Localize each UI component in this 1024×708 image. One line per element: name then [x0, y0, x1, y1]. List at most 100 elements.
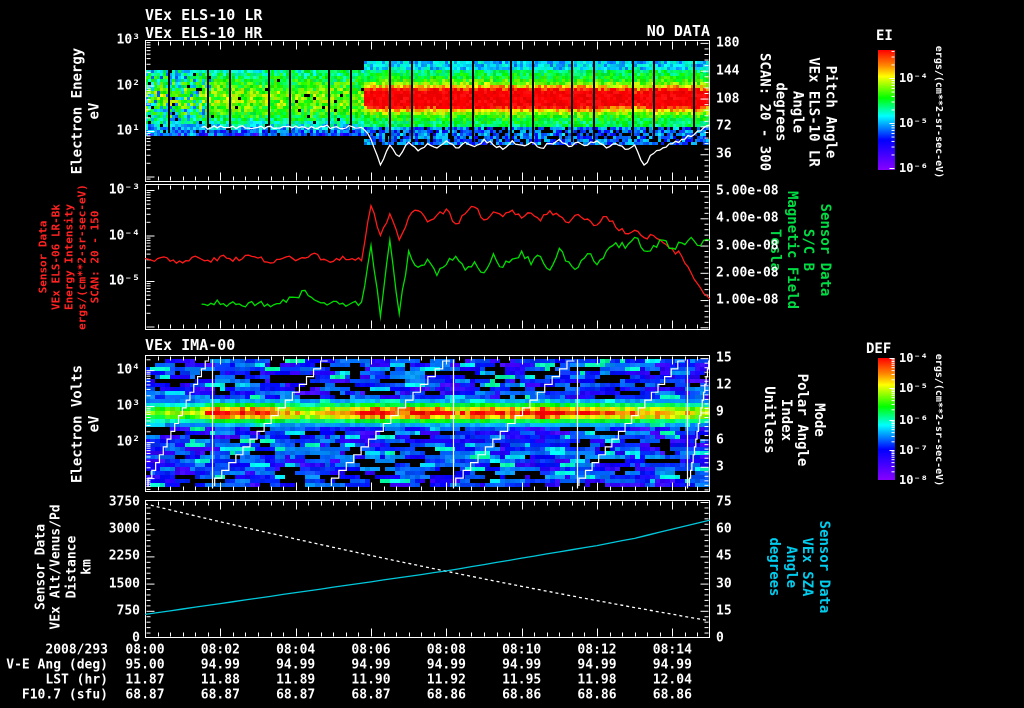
- panel3-right-axis-label: Mode Polar Angle Index Unitless: [761, 373, 828, 467]
- panel2-right-tick: 2.00e-08: [716, 265, 779, 281]
- colorbar2-title: DEF: [866, 341, 892, 357]
- bottom-row-value: 94.99: [502, 657, 542, 673]
- time-tick-label: 08:14: [652, 642, 692, 658]
- bottom-row-value: 68.87: [200, 687, 240, 703]
- panel3-left-tick: 10²: [116, 434, 140, 450]
- time-tick-label: 08:00: [125, 642, 165, 658]
- panel4-right-tick: 0: [716, 630, 724, 646]
- els-colorbar: [878, 50, 895, 170]
- bottom-row-value: 94.99: [351, 657, 391, 673]
- bottom-row-value: 11.92: [426, 672, 466, 688]
- colorbar1-title: EI: [876, 28, 893, 44]
- panel1-left-tick: 10¹: [116, 123, 140, 139]
- altitude-sza-canvas: [145, 500, 710, 638]
- panel2-left-tick: 10⁻⁴: [108, 228, 140, 243]
- bottom-row-value: 11.89: [276, 672, 316, 688]
- panel4-left-tick: 1500: [108, 576, 140, 592]
- panel2-right-tick: 3.00e-08: [716, 238, 779, 254]
- panel1-left-tick: 10³: [116, 32, 140, 48]
- panel3-right-tick: 15: [716, 350, 732, 366]
- panel1-right-tick: 36: [716, 146, 732, 162]
- panel4-right-tick: 60: [716, 521, 732, 537]
- panel3-right-tick: 12: [716, 377, 732, 393]
- bottom-row-value: 68.87: [276, 687, 316, 703]
- panel2-right-tick: 1.00e-08: [716, 292, 779, 308]
- time-tick-label: 08:10: [502, 642, 542, 658]
- time-tick-label: 08:12: [577, 642, 617, 658]
- panel4-right-tick: 75: [716, 494, 732, 510]
- panel1-left-axis-label: Electron Energy eV: [69, 47, 102, 175]
- panel4-right-axis-label: Sensor Data VEx SZA Angle degrees: [766, 520, 833, 614]
- bottom-row-value: 68.87: [125, 687, 165, 703]
- panel4-left-tick: 750: [116, 603, 140, 619]
- panel3-left-axis-label: Electron Volts eV: [69, 364, 102, 484]
- panel4-left-tick: 3000: [108, 521, 140, 537]
- bottom-row-label: LST (hr): [45, 672, 108, 688]
- colorbar1-tick: 10⁻⁴: [899, 70, 928, 85]
- no-data-label: NO DATA: [646, 22, 710, 40]
- intensity-bfield-canvas: [145, 184, 710, 330]
- bottom-row-value: 11.90: [351, 672, 391, 688]
- bottom-row-value: 94.99: [577, 657, 617, 673]
- panel2-right-tick: 4.00e-08: [716, 210, 779, 226]
- panel3-title: VEx IMA-00: [145, 336, 236, 354]
- panel1-left-tick: 10²: [116, 78, 140, 93]
- colorbar2-tick: 10⁻⁴: [899, 351, 928, 365]
- bottom-row-label: F10.7 (sfu): [21, 687, 108, 703]
- panel3-right-tick: 6: [716, 432, 724, 448]
- ima-colorbar: [878, 358, 895, 480]
- date-label: 2008/293: [45, 642, 108, 658]
- panel4-left-tick: 3750: [108, 494, 140, 510]
- bottom-row-label: V-E Ang (deg): [6, 657, 108, 673]
- panel1-right-tick: 144: [716, 63, 740, 79]
- colorbar1-tick: 10⁻⁵: [899, 115, 928, 130]
- panel2-right-tick: 5.00e-08: [716, 183, 779, 199]
- bottom-row-value: 68.87: [351, 687, 391, 703]
- bottom-row-value: 11.98: [577, 672, 617, 688]
- panel2-left-tick: 10⁻⁵: [108, 273, 140, 289]
- panel3-left-tick: 10⁴: [116, 362, 140, 378]
- time-tick-label: 08:06: [351, 642, 391, 658]
- panel1-title-line1: VEx ELS-10 LR: [145, 6, 263, 24]
- colorbar2-tick: 10⁻⁸: [899, 473, 928, 487]
- panel1-right-axis-label: Pitch Angle VEx ELS-10 LR Angle degrees …: [756, 52, 839, 172]
- panel1-right-tick: 108: [716, 91, 740, 107]
- panel3-right-tick: 9: [716, 404, 724, 420]
- bottom-row-value: 68.86: [652, 687, 692, 703]
- time-tick-label: 08:04: [276, 642, 316, 658]
- time-tick-label: 08:08: [426, 642, 466, 658]
- panel4-left-tick: 2250: [108, 548, 140, 564]
- bottom-row-value: 11.88: [200, 672, 240, 688]
- bottom-row-value: 95.00: [125, 657, 165, 673]
- panel2-left-tick: 10⁻³: [108, 182, 140, 198]
- bottom-row-value: 94.99: [652, 657, 692, 673]
- bottom-row-value: 68.86: [426, 687, 466, 703]
- panel4-right-tick: 15: [716, 603, 732, 619]
- bottom-row-value: 12.04: [652, 672, 692, 688]
- vex-quicklook-plot-page: VEx ELS-10 LR VEx ELS-10 HR NO DATA VEx …: [0, 0, 1024, 708]
- bottom-row-value: 11.95: [502, 672, 542, 688]
- bottom-row-value: 94.99: [276, 657, 316, 673]
- colorbar2-tick: 10⁻⁷: [899, 442, 928, 457]
- els-spectrogram-canvas: [145, 40, 710, 182]
- time-tick-label: 08:02: [200, 642, 240, 658]
- bottom-row-value: 68.86: [577, 687, 617, 703]
- panel4-left-axis-label: Sensor Data VEx Alt/Venus/Pd Distance km: [33, 504, 95, 630]
- bottom-row-value: 94.99: [200, 657, 240, 673]
- bottom-row-value: 11.87: [125, 672, 165, 688]
- colorbar1-unit-label: ergs/(cm**2-sr-sec-eV): [932, 45, 944, 179]
- panel3-right-tick: 3: [716, 459, 724, 475]
- bottom-row-value: 68.86: [502, 687, 542, 703]
- ima-spectrogram-canvas: [145, 355, 710, 492]
- panel4-right-tick: 30: [716, 576, 732, 592]
- bottom-row-value: 94.99: [426, 657, 466, 673]
- panel3-left-tick: 10³: [116, 398, 140, 414]
- panel1-right-tick: 180: [716, 35, 740, 51]
- panel4-right-tick: 45: [716, 548, 732, 564]
- panel1-right-tick: 72: [716, 118, 732, 134]
- colorbar2-tick: 10⁻⁵: [899, 381, 928, 395]
- colorbar1-tick: 10⁻⁶: [899, 160, 928, 175]
- panel2-left-axis-label: Sensor Data VEx ELS-06 LR-Bk Energy Inte…: [36, 184, 102, 330]
- colorbar2-unit-label: ergs/(cm**2-sr-sec-eV): [932, 353, 944, 487]
- colorbar2-tick: 10⁻⁶: [899, 412, 928, 427]
